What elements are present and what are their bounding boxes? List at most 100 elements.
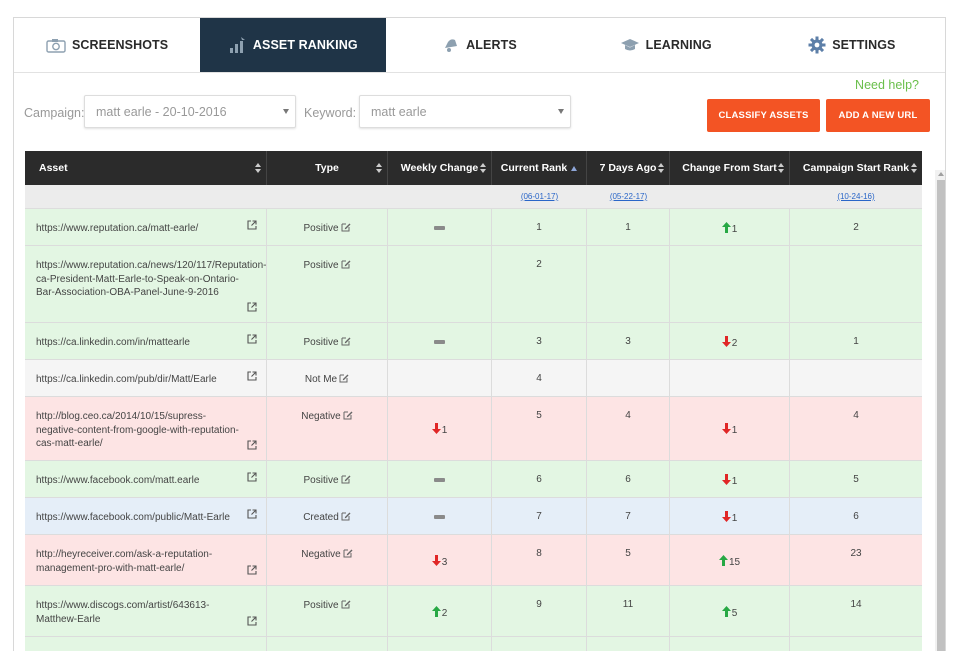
edit-icon[interactable] — [341, 474, 351, 487]
weekly-change-cell — [388, 637, 492, 651]
start-date-link[interactable]: (10-24-16) — [837, 192, 874, 201]
graduation-cap-icon — [620, 38, 639, 50]
change-from-start-cell — [670, 637, 790, 651]
asset-url[interactable]: https://www.discogs.com/artist/643613-Ma… — [36, 600, 209, 625]
asset-url[interactable]: https://www.facebook.com/public/Matt-Ear… — [36, 512, 230, 523]
asset-url[interactable]: https://ca.linkedin.com/pub/dir/Matt/Ear… — [36, 374, 217, 385]
gear-icon — [808, 36, 826, 54]
vertical-scrollbar[interactable] — [935, 170, 945, 651]
edit-icon[interactable] — [343, 548, 353, 561]
help-link[interactable]: Need help? — [855, 78, 919, 92]
tab-screenshots[interactable]: SCREENSHOTS — [14, 18, 200, 72]
keyword-select[interactable]: matt earle — [359, 95, 571, 128]
external-link-icon[interactable] — [247, 334, 257, 349]
asset-url[interactable]: https://www.reputation.ca/news/120/117/R… — [36, 260, 267, 298]
change-value: 1 — [731, 223, 738, 235]
seven-days-date-link[interactable]: (05-22-17) — [610, 192, 647, 201]
edit-icon[interactable] — [341, 259, 351, 272]
col-campaign-start-rank[interactable]: Campaign Start Rank — [790, 151, 922, 185]
asset-url[interactable]: http://heyreceiver.com/ask-a-reputation-… — [36, 549, 212, 574]
campaign-start-rank-cell: 5 — [853, 474, 859, 485]
asset-url[interactable]: http://blog.ceo.ca/2014/10/15/supress-ne… — [36, 411, 239, 449]
weekly-change-cell — [388, 323, 492, 359]
edit-icon[interactable] — [341, 599, 351, 612]
current-rank-cell: 6 — [492, 461, 587, 497]
external-link-icon[interactable] — [247, 301, 257, 317]
app-frame: SCREENSHOTS ASSET RANKING ALERTS LEARNIN… — [13, 17, 946, 651]
current-rank-date-link[interactable]: (06-01-17) — [521, 192, 558, 201]
change-from-start: 2 — [721, 336, 737, 350]
type-cell[interactable]: Not Me — [267, 360, 388, 396]
col-asset-label: Asset — [39, 162, 68, 174]
external-link-icon[interactable] — [247, 509, 257, 524]
external-link-icon[interactable] — [247, 220, 257, 235]
type-cell[interactable]: Positive — [267, 586, 388, 636]
seven-days-ago-cell: 4 — [587, 397, 670, 460]
edit-icon[interactable] — [341, 511, 351, 524]
table-row — [25, 637, 922, 651]
asset-url[interactable]: https://www.reputation.ca/matt-earle/ — [36, 223, 198, 234]
sort-icon — [778, 163, 784, 174]
type-cell[interactable]: Positive — [267, 209, 388, 245]
tab-asset-ranking[interactable]: ASSET RANKING — [200, 18, 387, 72]
asset-url-cell — [25, 637, 267, 651]
current-rank-cell: 7 — [492, 498, 587, 534]
col-current-rank[interactable]: Current Rank — [492, 151, 587, 185]
col-weekly-change[interactable]: Weekly Change — [388, 151, 492, 185]
date-row: (06-01-17) (05-22-17) (10-24-16) — [25, 185, 922, 209]
scroll-up-icon[interactable] — [938, 172, 944, 176]
table-row: https://ca.linkedin.com/pub/dir/Matt/Ear… — [25, 360, 922, 397]
external-link-icon[interactable] — [247, 564, 257, 580]
camera-icon — [46, 38, 66, 53]
weekly-change-cell — [388, 246, 492, 322]
asset-url-cell: https://www.facebook.com/matt.earle — [25, 461, 267, 497]
asset-url[interactable]: https://ca.linkedin.com/in/mattearle — [36, 337, 190, 348]
change-value: 5 — [731, 607, 738, 619]
asset-url-cell: https://www.facebook.com/public/Matt-Ear… — [25, 498, 267, 534]
add-new-url-button[interactable]: ADD A NEW URL — [826, 99, 930, 132]
asset-url[interactable]: https://www.facebook.com/matt.earle — [36, 475, 199, 486]
campaign-select[interactable]: matt earle - 20-10-2016 — [84, 95, 296, 128]
tab-label: SCREENSHOTS — [71, 38, 169, 52]
edit-icon[interactable] — [339, 373, 349, 386]
tab-alerts[interactable]: ALERTS — [386, 18, 572, 72]
col-7-days-ago[interactable]: 7 Days Ago — [587, 151, 670, 185]
table-row: https://ca.linkedin.com/in/mattearle Posi… — [25, 323, 922, 360]
external-link-icon[interactable] — [247, 472, 257, 487]
seven-days-ago-cell — [587, 246, 670, 322]
table-row: http://heyreceiver.com/ask-a-reputation-… — [25, 535, 922, 586]
type-cell[interactable]: Positive — [267, 246, 388, 322]
edit-icon[interactable] — [343, 410, 353, 423]
change-from-start-cell — [670, 360, 790, 396]
col-asset[interactable]: Asset — [25, 151, 267, 185]
current-rank-cell: 2 — [492, 246, 587, 322]
table-row: https://www.facebook.com/matt.earle Posit… — [25, 461, 922, 498]
chevron-down-icon — [283, 109, 289, 114]
classify-assets-button[interactable]: CLASSIFY ASSETS — [707, 99, 820, 132]
weekly-change-cell — [388, 360, 492, 396]
change-from-start: 1 — [721, 222, 738, 236]
col-change-from-start[interactable]: Change From Start — [670, 151, 790, 185]
type-cell[interactable]: Positive — [267, 461, 388, 497]
type-cell[interactable]: Negative — [267, 397, 388, 460]
seven-days-ago-cell: 3 — [587, 323, 670, 359]
table-row: https://www.facebook.com/public/Matt-Ear… — [25, 498, 922, 535]
edit-icon[interactable] — [341, 222, 351, 235]
tab-learning[interactable]: LEARNING — [573, 18, 759, 72]
weekly-change-cell — [388, 498, 492, 534]
external-link-icon[interactable] — [247, 439, 257, 455]
edit-icon[interactable] — [341, 336, 351, 349]
type-cell[interactable] — [267, 637, 388, 651]
type-cell[interactable]: Positive — [267, 323, 388, 359]
type-cell[interactable]: Created — [267, 498, 388, 534]
col-type[interactable]: Type — [267, 151, 388, 185]
tab-settings[interactable]: SETTINGS — [759, 18, 945, 72]
scrollbar-thumb[interactable] — [937, 180, 945, 651]
asset-url-cell: https://ca.linkedin.com/pub/dir/Matt/Ear… — [25, 360, 267, 396]
external-link-icon[interactable] — [247, 615, 257, 631]
external-link-icon[interactable] — [247, 371, 257, 386]
type-cell[interactable]: Negative — [267, 535, 388, 585]
asset-type: Created — [303, 512, 339, 523]
change-value: 1 — [731, 424, 738, 436]
table-header: Asset Type Weekly Change Current Rank 7 … — [25, 151, 922, 185]
